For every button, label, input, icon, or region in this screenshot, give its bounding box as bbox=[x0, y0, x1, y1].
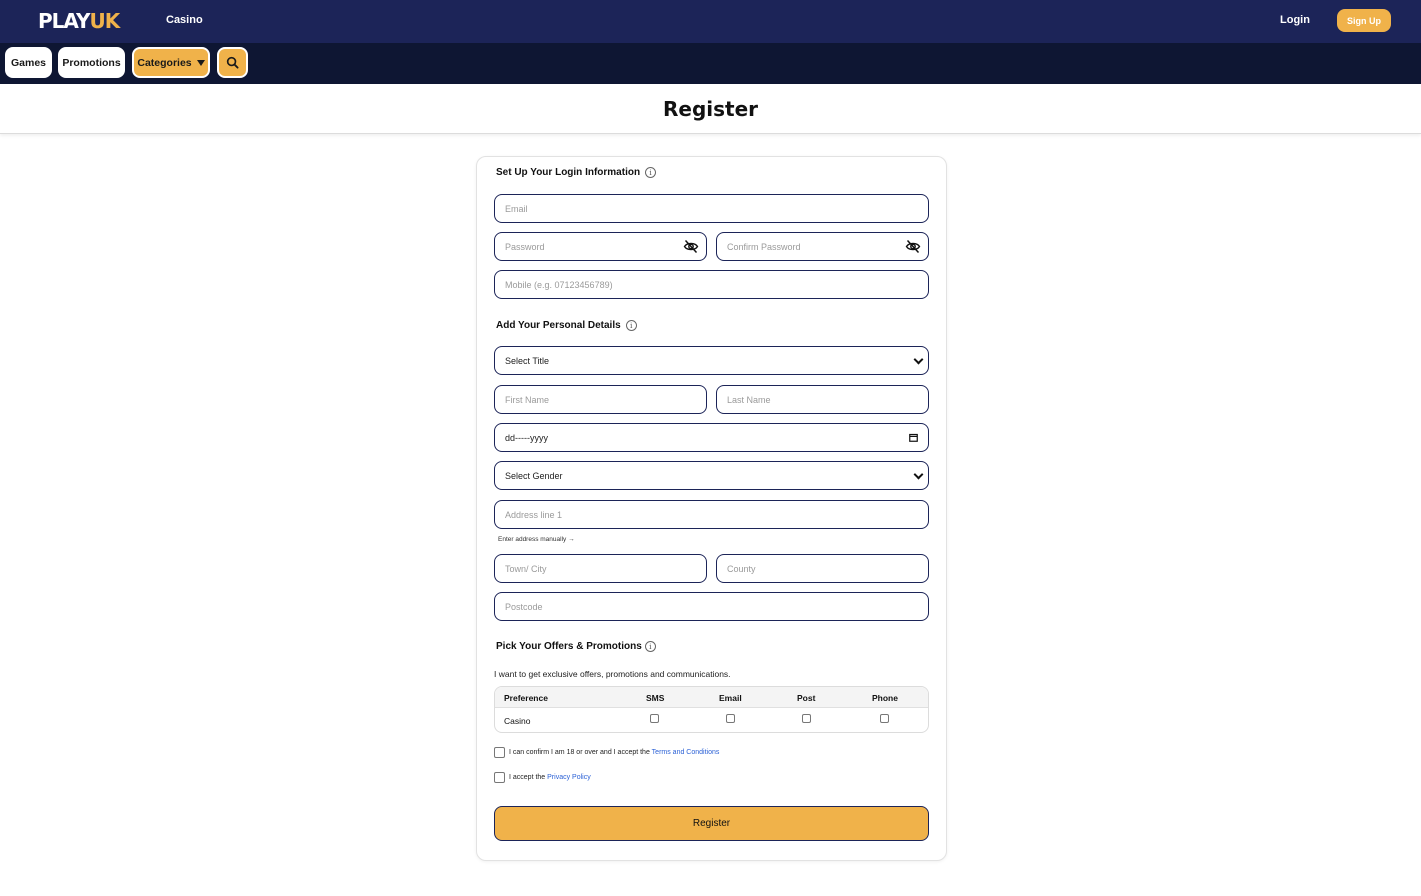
logo-play-text: PLAY bbox=[38, 9, 90, 33]
top-navbar: PLAYUK Casino Login Sign Up bbox=[0, 0, 1421, 43]
title-select[interactable]: Select Title bbox=[494, 346, 929, 375]
preferences-table-header bbox=[495, 687, 928, 708]
page-header: Register bbox=[0, 84, 1421, 134]
promotions-button[interactable]: Promotions bbox=[58, 47, 125, 78]
first-name-placeholder: First Name bbox=[505, 394, 550, 405]
register-button[interactable]: Register bbox=[494, 806, 929, 841]
category-navbar: Games Promotions Categories bbox=[0, 43, 1421, 84]
nav-casino-link[interactable]: Casino bbox=[166, 14, 203, 26]
casino-phone-checkbox[interactable] bbox=[880, 714, 889, 723]
county-field[interactable]: County bbox=[716, 554, 929, 583]
privacy-row: I accept the Privacy Policy bbox=[494, 772, 591, 783]
email-placeholder: Email bbox=[505, 203, 528, 214]
privacy-policy-link[interactable]: Privacy Policy bbox=[547, 774, 591, 781]
caret-down-icon bbox=[196, 59, 205, 66]
playuk-logo[interactable]: PLAYUK bbox=[38, 9, 120, 33]
gender-select[interactable]: Select Gender bbox=[494, 461, 929, 490]
login-section-label: Set Up Your Login Information bbox=[496, 167, 641, 178]
age-terms-text: I can confirm I am 18 or over and I acce… bbox=[509, 749, 719, 756]
mobile-placeholder: Mobile (e.g. 07123456789) bbox=[505, 279, 613, 290]
personal-section-title: Add Your Personal Details i bbox=[496, 320, 637, 331]
email-field[interactable]: Email bbox=[494, 194, 929, 223]
header-phone: Phone bbox=[872, 693, 898, 703]
postcode-field[interactable]: Postcode bbox=[494, 592, 929, 621]
terms-link[interactable]: Terms and Conditions bbox=[652, 749, 720, 756]
last-name-placeholder: Last Name bbox=[727, 394, 771, 405]
date-of-birth-field[interactable]: dd-----yyyy bbox=[494, 423, 929, 452]
offers-description: I want to get exclusive offers, promotio… bbox=[494, 669, 731, 679]
games-button[interactable]: Games bbox=[5, 47, 52, 78]
county-placeholder: County bbox=[727, 563, 756, 574]
header-preference: Preference bbox=[504, 693, 548, 703]
gender-select-value: Select Gender bbox=[505, 470, 563, 481]
privacy-label: I accept the bbox=[509, 774, 548, 781]
privacy-checkbox[interactable] bbox=[494, 772, 505, 783]
last-name-field[interactable]: Last Name bbox=[716, 385, 929, 414]
categories-dropdown-button[interactable]: Categories bbox=[132, 47, 210, 78]
address-placeholder: Address line 1 bbox=[505, 509, 563, 520]
offers-section-label: Pick Your Offers & Promotions bbox=[496, 641, 642, 652]
mobile-field[interactable]: Mobile (e.g. 07123456789) bbox=[494, 270, 929, 299]
password-placeholder: Password bbox=[505, 241, 545, 252]
title-select-value: Select Title bbox=[505, 355, 550, 366]
age-terms-row: I can confirm I am 18 or over and I acce… bbox=[494, 747, 719, 758]
info-icon[interactable]: i bbox=[645, 167, 657, 178]
town-city-field[interactable]: Town/ City bbox=[494, 554, 707, 583]
age-terms-checkbox[interactable] bbox=[494, 747, 505, 758]
password-field[interactable]: Password bbox=[494, 232, 707, 261]
casino-email-checkbox[interactable] bbox=[726, 714, 735, 723]
header-sms: SMS bbox=[646, 693, 665, 703]
confirm-password-field[interactable]: Confirm Password bbox=[716, 232, 929, 261]
search-icon bbox=[226, 56, 239, 69]
row-label-casino: Casino bbox=[504, 716, 531, 726]
info-icon[interactable]: i bbox=[625, 320, 637, 331]
login-section-title: Set Up Your Login Information i bbox=[496, 167, 657, 178]
first-name-field[interactable]: First Name bbox=[494, 385, 707, 414]
search-button[interactable] bbox=[217, 47, 248, 78]
eye-off-icon[interactable] bbox=[683, 239, 699, 254]
header-email: Email bbox=[719, 693, 742, 703]
dob-placeholder: dd-----yyyy bbox=[505, 432, 548, 443]
personal-section-label: Add Your Personal Details bbox=[496, 320, 621, 331]
postcode-placeholder: Postcode bbox=[505, 601, 543, 612]
header-post: Post bbox=[797, 693, 816, 703]
preferences-table: Preference SMS Email Post Phone Casino bbox=[494, 686, 929, 733]
chevron-down-icon bbox=[913, 469, 924, 480]
confirm-password-placeholder: Confirm Password bbox=[727, 241, 801, 252]
town-placeholder: Town/ City bbox=[505, 563, 547, 574]
address-line-1-field[interactable]: Address line 1 bbox=[494, 500, 929, 529]
privacy-text: I accept the Privacy Policy bbox=[509, 774, 591, 781]
login-link[interactable]: Login bbox=[1280, 14, 1310, 26]
info-icon[interactable]: i bbox=[644, 641, 656, 652]
calendar-icon[interactable] bbox=[909, 433, 918, 442]
offers-section-title: Pick Your Offers & Promotions i bbox=[496, 641, 656, 652]
categories-label: Categories bbox=[137, 56, 192, 69]
logo-uk-text: UK bbox=[89, 9, 120, 33]
age-terms-label: I can confirm I am 18 or over and I acce… bbox=[509, 749, 652, 756]
signup-button[interactable]: Sign Up bbox=[1337, 9, 1391, 32]
page-title: Register bbox=[662, 97, 759, 121]
eye-off-icon[interactable] bbox=[905, 239, 921, 254]
casino-sms-checkbox[interactable] bbox=[650, 714, 659, 723]
casino-post-checkbox[interactable] bbox=[802, 714, 811, 723]
enter-address-manually-link[interactable]: Enter address manually → bbox=[498, 536, 575, 543]
chevron-down-icon bbox=[913, 354, 924, 365]
